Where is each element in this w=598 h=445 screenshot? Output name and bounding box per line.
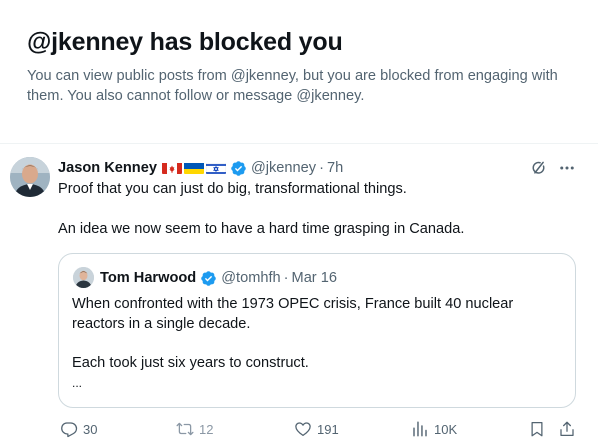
repost-count: 12 — [199, 421, 214, 437]
tweet-time[interactable]: 7h — [327, 160, 343, 176]
quote-avatar — [73, 267, 94, 288]
bookmark-button[interactable] — [528, 418, 551, 440]
blocked-description: You can view public posts from @jkenney,… — [27, 68, 558, 104]
verified-badge-icon — [230, 160, 247, 177]
views-count: 10K — [434, 421, 458, 437]
avatar[interactable] — [10, 157, 50, 197]
tweet-author-row: Jason Kenney @jkenney · 7h — [58, 158, 343, 178]
tweet-text-line: An idea we now seem to have a hard time … — [58, 221, 465, 237]
like-button[interactable]: 191 — [294, 418, 339, 440]
blocked-title: @jkenney has blocked you — [27, 28, 343, 56]
more-options-icon[interactable] — [558, 159, 576, 177]
separator-dot: · — [319, 160, 324, 176]
grok-icon[interactable] — [530, 159, 548, 177]
reply-count: 30 — [83, 421, 98, 437]
reply-button[interactable]: 30 — [60, 418, 97, 440]
quote-ellipsis: ... — [72, 376, 83, 390]
quote-date: Mar 16 — [291, 270, 337, 286]
tweet-text-line: Proof that you can just do big, transfor… — [58, 181, 407, 197]
verified-badge-icon — [200, 270, 217, 287]
author-handle[interactable]: @jkenney — [251, 160, 316, 176]
quoted-tweet[interactable]: Tom Harwood @tomhfh · Mar 16 When confro… — [58, 253, 576, 408]
ukraine-flag-icon — [183, 162, 204, 174]
tweet[interactable]: Jason Kenney @jkenney · 7h Proof that yo… — [0, 144, 598, 445]
separator-dot: · — [283, 270, 289, 286]
quote-author-handle: @tomhfh — [221, 270, 281, 286]
repost-button[interactable]: 12 — [176, 418, 213, 440]
share-icon — [560, 421, 574, 437]
views-button[interactable]: 10K — [411, 418, 457, 440]
heart-icon — [295, 422, 311, 437]
blocked-banner: @jkenney has blocked you You can view pu… — [0, 0, 598, 143]
tweet-actions: 30 12 191 10K — [58, 418, 578, 440]
author-name[interactable]: Jason Kenney — [58, 160, 157, 176]
share-button[interactable] — [558, 418, 581, 440]
like-count: 191 — [317, 421, 339, 437]
quote-author-row: Tom Harwood @tomhfh · Mar 16 — [100, 268, 337, 288]
quote-author-name: Tom Harwood — [100, 270, 197, 286]
bookmark-icon — [531, 421, 543, 437]
canada-flag-icon — [161, 162, 182, 174]
flags — [161, 162, 228, 174]
quote-text-line: Each took just six years to construct. — [72, 355, 309, 371]
israel-flag-icon — [205, 162, 226, 174]
analytics-icon — [413, 421, 427, 437]
quote-text-line: reactors in a single decade. — [72, 316, 251, 332]
repost-icon — [176, 422, 194, 436]
reply-icon — [61, 422, 78, 438]
quote-text-line: When confronted with the 1973 OPEC crisi… — [72, 296, 514, 312]
